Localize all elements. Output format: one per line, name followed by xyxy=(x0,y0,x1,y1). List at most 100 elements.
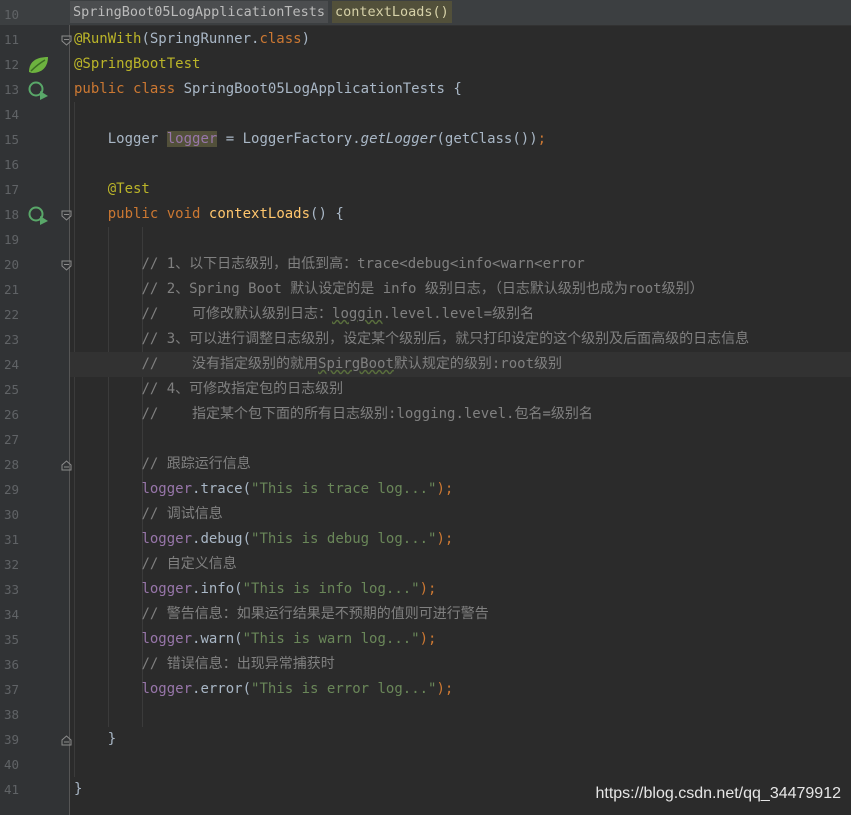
code-text: // 1、以下日志级别，由低到高：trace<debug<info<warn<e… xyxy=(74,252,584,277)
run-test-icon[interactable] xyxy=(27,80,49,100)
field-logger: logger xyxy=(141,531,193,547)
line-number: 38 xyxy=(3,707,19,722)
code-token: ) xyxy=(301,31,311,47)
field-logger: logger xyxy=(141,581,193,597)
keyword: class xyxy=(133,81,176,97)
caret-line[interactable]: // 没有指定级别的就用SpirgBoot默认规定的级别:root级别 xyxy=(70,352,851,377)
code-text: @Test xyxy=(74,177,150,202)
code-token: ); xyxy=(419,631,437,647)
run-test-icon[interactable] xyxy=(27,205,49,225)
comment: // 4、可修改指定包的日志级别 xyxy=(141,381,344,397)
code-token: ( xyxy=(234,631,243,647)
method-call: warn xyxy=(200,631,235,647)
code-line[interactable]: // 警告信息：如果运行结果是不预期的值则可进行警告 xyxy=(70,602,851,627)
code-token: ); xyxy=(436,531,454,547)
line-number: 34 xyxy=(3,607,19,622)
code-line[interactable]: @Test xyxy=(70,177,851,202)
class-name: SpringBoot05LogApplicationTests xyxy=(183,81,445,97)
code-line[interactable] xyxy=(70,752,851,777)
line-number: 11 xyxy=(3,32,19,47)
code-text: logger.warn("This is warn log..."); xyxy=(141,631,437,647)
method-name: contextLoads xyxy=(208,206,311,222)
line-number: 40 xyxy=(3,757,19,772)
line-number: 33 xyxy=(3,582,19,597)
line-number: 25 xyxy=(3,382,19,397)
code-token: LoggerFactory. xyxy=(242,131,361,147)
comment: // 没有指定级别的就用 xyxy=(141,356,319,372)
code-token: ( xyxy=(242,531,252,547)
code-line[interactable]: logger.warn("This is warn log..."); xyxy=(70,627,851,652)
code-line[interactable] xyxy=(70,702,851,727)
method-call: info xyxy=(200,581,235,597)
line-number: 32 xyxy=(3,557,19,572)
code-line[interactable] xyxy=(70,2,851,27)
line-number: 41 xyxy=(3,782,19,797)
code-line[interactable]: @SpringBootTest xyxy=(70,52,851,77)
code-line[interactable]: logger.trace("This is trace log..."); xyxy=(70,477,851,502)
code-line[interactable]: } xyxy=(70,727,851,752)
code-line[interactable]: logger.error("This is error log..."); xyxy=(70,677,851,702)
code-editor[interactable]: @RunWith(SpringRunner.class) @SpringBootT… xyxy=(70,25,851,815)
code-text: // 错误信息：出现异常捕获时 xyxy=(74,652,334,677)
comment: // 跟踪运行信息 xyxy=(141,456,251,472)
annotation: @RunWith xyxy=(74,31,142,47)
code-line[interactable]: public class SpringBoot05LogApplicationT… xyxy=(70,77,851,102)
code-line[interactable]: // 4、可修改指定包的日志级别 xyxy=(70,377,851,402)
code-line[interactable]: @RunWith(SpringRunner.class) xyxy=(70,27,851,52)
field-logger: logger xyxy=(141,631,193,647)
line-number: 15 xyxy=(3,132,19,147)
code-text: } xyxy=(74,777,82,802)
closing-brace: } xyxy=(74,781,83,797)
code-line[interactable] xyxy=(70,427,851,452)
code-line[interactable]: logger.debug("This is debug log..."); xyxy=(70,527,851,552)
code-text: // 可修改默认级别日志：loggin.level.level=级别名 xyxy=(74,302,534,327)
code-line[interactable]: // 可修改默认级别日志：loggin.level.level=级别名 xyxy=(70,302,851,327)
code-line[interactable]: // 3、可以进行调整日志级别，设定某个级别后，就只打印设定的这个级别及后面高级… xyxy=(70,327,851,352)
code-text: // 自定义信息 xyxy=(74,552,236,577)
method-call: error xyxy=(200,681,243,697)
string-literal: "This is warn log..." xyxy=(242,631,420,647)
code-token: ); xyxy=(436,481,454,497)
code-line[interactable] xyxy=(70,102,851,127)
field-logger: logger xyxy=(141,681,193,697)
comment: // 警告信息：如果运行结果是不预期的值则可进行警告 xyxy=(141,606,489,622)
code-text: logger.debug("This is debug log..."); xyxy=(141,531,454,547)
code-line[interactable] xyxy=(70,152,851,177)
line-number: 24 xyxy=(3,357,19,372)
code-line[interactable]: // 指定某个包下面的所有日志级别:logging.level.包名=级别名 xyxy=(70,402,851,427)
code-line[interactable]: // 跟踪运行信息 xyxy=(70,452,851,477)
code-text: logger.trace("This is trace log..."); xyxy=(141,481,454,497)
line-number: 39 xyxy=(3,732,19,747)
code-text: logger.error("This is error log..."); xyxy=(141,681,454,697)
code-text: logger.info("This is info log..."); xyxy=(141,581,437,597)
code-line[interactable] xyxy=(70,227,851,252)
code-line[interactable]: // 自定义信息 xyxy=(70,552,851,577)
keyword: public xyxy=(107,206,159,222)
code-token: { xyxy=(453,81,462,97)
line-number: 17 xyxy=(3,182,19,197)
line-number: 26 xyxy=(3,407,19,422)
comment: // 调试信息 xyxy=(141,506,223,522)
code-text: // 跟踪运行信息 xyxy=(74,452,251,477)
method-call: debug xyxy=(200,531,243,547)
code-line[interactable]: Logger logger = LoggerFactory.getLogger(… xyxy=(70,127,851,152)
code-text: Logger logger = LoggerFactory.getLogger(… xyxy=(74,127,546,152)
comment: 默认规定的级别:root级别 xyxy=(393,356,563,372)
code-token: = xyxy=(225,131,235,147)
string-literal: "This is error log..." xyxy=(251,681,437,697)
code-line[interactable]: public void contextLoads() { xyxy=(70,202,851,227)
code-line[interactable]: // 错误信息：出现异常捕获时 xyxy=(70,652,851,677)
spring-leaf-icon[interactable] xyxy=(27,55,49,75)
typo-warning: loggin xyxy=(332,306,383,322)
keyword: class xyxy=(259,31,302,47)
line-number: 22 xyxy=(3,307,19,322)
code-line[interactable]: // 1、以下日志级别，由低到高：trace<debug<info<warn<e… xyxy=(70,252,851,277)
code-line[interactable]: logger.info("This is info log..."); xyxy=(70,577,851,602)
code-line[interactable]: // 调试信息 xyxy=(70,502,851,527)
code-token: ); xyxy=(419,581,437,597)
code-text: @SpringBootTest xyxy=(74,52,200,77)
code-token: ( xyxy=(234,581,243,597)
code-line[interactable]: // 2、Spring Boot 默认设定的是 info 级别日志，（日志默认级… xyxy=(70,277,851,302)
code-token: (getClass()) xyxy=(436,131,538,147)
string-literal: "This is info log..." xyxy=(242,581,420,597)
